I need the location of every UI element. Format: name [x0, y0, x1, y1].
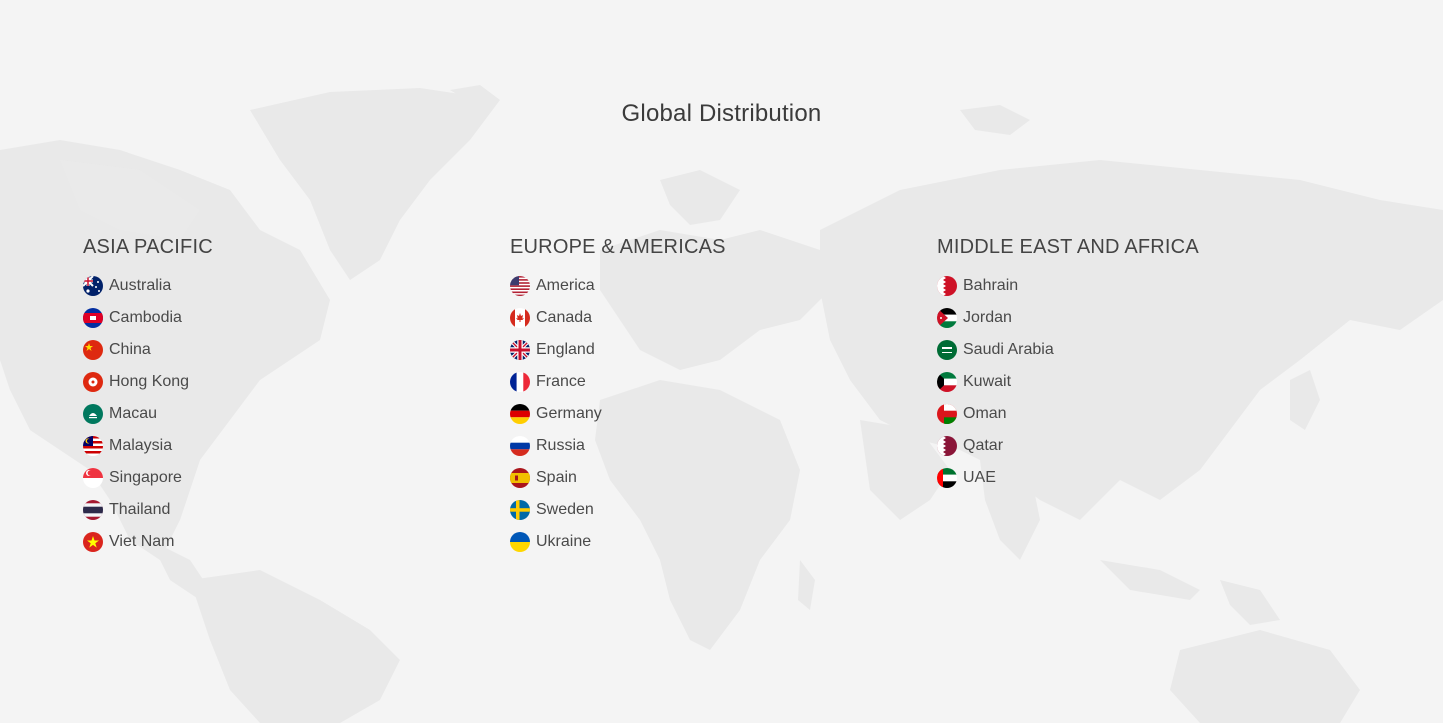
country-name: Thailand — [109, 501, 171, 518]
saudi-arabia-flag-icon — [937, 340, 957, 360]
country-name: Australia — [109, 277, 172, 294]
country-name: China — [109, 341, 151, 358]
country-item-thailand[interactable]: Thailand — [83, 494, 213, 526]
country-item-sweden[interactable]: Sweden — [510, 494, 726, 526]
region-europe-americas: EUROPE & AMERICAS America Canada England… — [510, 234, 726, 558]
australia-flag-icon — [83, 276, 103, 296]
country-item-america[interactable]: America — [510, 270, 726, 302]
region-heading: EUROPE & AMERICAS — [510, 236, 726, 258]
country-name: America — [536, 277, 595, 294]
oman-flag-icon — [937, 404, 957, 424]
country-item-uae[interactable]: UAE — [937, 462, 1199, 494]
region-asia-pacific: ASIA PACIFIC Australia Cambodia China Ho… — [83, 234, 213, 558]
germany-flag-icon — [510, 404, 530, 424]
country-name: Malaysia — [109, 437, 173, 454]
country-item-oman[interactable]: Oman — [937, 398, 1199, 430]
country-name: Macau — [109, 405, 158, 422]
country-name: Kuwait — [963, 373, 1012, 390]
kuwait-flag-icon — [937, 372, 957, 392]
spain-flag-icon — [510, 468, 530, 488]
vietnam-flag-icon — [83, 532, 103, 552]
country-name: Singapore — [109, 469, 182, 486]
sweden-flag-icon — [510, 500, 530, 520]
country-item-macau[interactable]: Macau — [83, 398, 213, 430]
country-item-kuwait[interactable]: Kuwait — [937, 366, 1199, 398]
thailand-flag-icon — [83, 500, 103, 520]
country-name: Qatar — [963, 437, 1004, 454]
country-name: Saudi Arabia — [963, 341, 1054, 358]
country-name: Sweden — [536, 501, 594, 518]
country-item-cambodia[interactable]: Cambodia — [83, 302, 213, 334]
country-item-malaysia[interactable]: Malaysia — [83, 430, 213, 462]
country-item-qatar[interactable]: Qatar — [937, 430, 1199, 462]
china-flag-icon — [83, 340, 103, 360]
country-name: Jordan — [963, 309, 1012, 326]
region-middle-east-africa: MIDDLE EAST AND AFRICA Bahrain Jordan Sa… — [937, 234, 1199, 494]
country-item-australia[interactable]: Australia — [83, 270, 213, 302]
ukraine-flag-icon — [510, 532, 530, 552]
country-item-germany[interactable]: Germany — [510, 398, 726, 430]
country-item-france[interactable]: France — [510, 366, 726, 398]
country-name: Canada — [536, 309, 593, 326]
country-item-china[interactable]: China — [83, 334, 213, 366]
country-list: America Canada England France Germany Ru… — [510, 270, 726, 558]
country-item-russia[interactable]: Russia — [510, 430, 726, 462]
country-name: Viet Nam — [109, 533, 175, 550]
country-name: Oman — [963, 405, 1007, 422]
region-heading: ASIA PACIFIC — [83, 236, 213, 258]
qatar-flag-icon — [937, 436, 957, 456]
hong-kong-flag-icon — [83, 372, 103, 392]
country-name: UAE — [963, 469, 996, 486]
country-item-canada[interactable]: Canada — [510, 302, 726, 334]
country-name: England — [536, 341, 595, 358]
singapore-flag-icon — [83, 468, 103, 488]
canada-flag-icon — [510, 308, 530, 328]
country-item-saudi-arabia[interactable]: Saudi Arabia — [937, 334, 1199, 366]
usa-flag-icon — [510, 276, 530, 296]
country-list: Bahrain Jordan Saudi Arabia Kuwait Oman — [937, 270, 1199, 494]
country-item-hong-kong[interactable]: Hong Kong — [83, 366, 213, 398]
country-item-spain[interactable]: Spain — [510, 462, 726, 494]
country-item-bahrain[interactable]: Bahrain — [937, 270, 1199, 302]
cambodia-flag-icon — [83, 308, 103, 328]
bahrain-flag-icon — [937, 276, 957, 296]
uk-flag-icon — [510, 340, 530, 360]
russia-flag-icon — [510, 436, 530, 456]
france-flag-icon — [510, 372, 530, 392]
uae-flag-icon — [937, 468, 957, 488]
country-name: Bahrain — [963, 277, 1019, 294]
country-name: France — [536, 373, 586, 390]
country-list: Australia Cambodia China Hong Kong Macau — [83, 270, 213, 558]
region-heading: MIDDLE EAST AND AFRICA — [937, 236, 1199, 258]
country-item-england[interactable]: England — [510, 334, 726, 366]
country-item-ukraine[interactable]: Ukraine — [510, 526, 726, 558]
jordan-flag-icon — [937, 308, 957, 328]
macau-flag-icon — [83, 404, 103, 424]
country-name: Ukraine — [536, 533, 592, 550]
country-item-viet-nam[interactable]: Viet Nam — [83, 526, 213, 558]
country-name: Cambodia — [109, 309, 182, 326]
country-name: Germany — [536, 405, 602, 422]
country-item-singapore[interactable]: Singapore — [83, 462, 213, 494]
page-title: Global Distribution — [621, 100, 822, 127]
country-name: Spain — [536, 469, 577, 486]
country-name: Hong Kong — [109, 373, 190, 390]
country-name: Russia — [536, 437, 585, 454]
malaysia-flag-icon — [83, 436, 103, 456]
country-item-jordan[interactable]: Jordan — [937, 302, 1199, 334]
